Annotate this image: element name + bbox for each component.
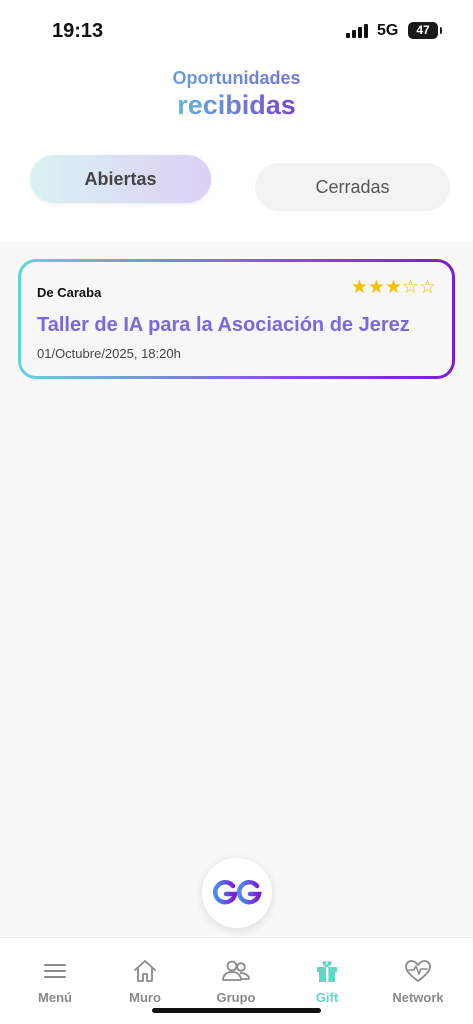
nav-label-muro: Muro [129, 990, 161, 1005]
page-title-line2: recibidas [0, 90, 473, 121]
go-logo-button[interactable] [202, 858, 272, 928]
battery-icon: 47 [408, 22, 442, 39]
opportunity-title: Taller de IA para la Asociación de Jerez [37, 314, 410, 336]
nav-item-network[interactable]: Network [378, 956, 458, 1005]
group-icon [196, 956, 276, 986]
status-bar: 19:13 5G 47 [0, 0, 473, 60]
home-indicator[interactable] [152, 1008, 321, 1013]
nav-label-network: Network [392, 990, 444, 1005]
page-title-line1: Oportunidades [0, 68, 473, 89]
go-logo-icon [212, 880, 262, 905]
page-header: Oportunidades recibidas Abiertas Cerrada… [0, 60, 473, 242]
opportunity-card-body: De Caraba ★★★☆☆ Taller de IA para la Aso… [21, 262, 452, 376]
opportunity-sender: De Caraba [37, 285, 102, 300]
menu-icon [15, 956, 95, 986]
tab-abiertas[interactable]: Abiertas [30, 155, 211, 203]
heartbeat-icon [378, 956, 458, 986]
nav-label-menu: Menú [38, 990, 72, 1005]
screen: 19:13 5G 47 Oportunidades recibidas Abie… [0, 0, 473, 1024]
signal-icon [346, 24, 370, 38]
opportunity-card[interactable]: De Caraba ★★★☆☆ Taller de IA para la Aso… [18, 259, 455, 379]
gift-icon [287, 956, 367, 986]
status-time: 19:13 [52, 20, 104, 42]
nav-label-gift: Gift [315, 990, 339, 1005]
home-icon [105, 956, 185, 986]
nav-item-menu[interactable]: Menú [15, 956, 95, 1005]
rating-stars-icon: ★★★☆☆ [350, 276, 436, 298]
nav-item-muro[interactable]: Muro [105, 956, 185, 1005]
nav-label-grupo: Grupo [216, 990, 256, 1005]
tab-cerradas[interactable]: Cerradas [255, 163, 450, 211]
network-label: 5G [377, 22, 399, 39]
nav-item-gift[interactable]: Gift [287, 956, 367, 1005]
opportunity-date: 01/Octubre/2025, 18:20h [37, 346, 181, 361]
nav-item-grupo[interactable]: Grupo [196, 956, 276, 1005]
